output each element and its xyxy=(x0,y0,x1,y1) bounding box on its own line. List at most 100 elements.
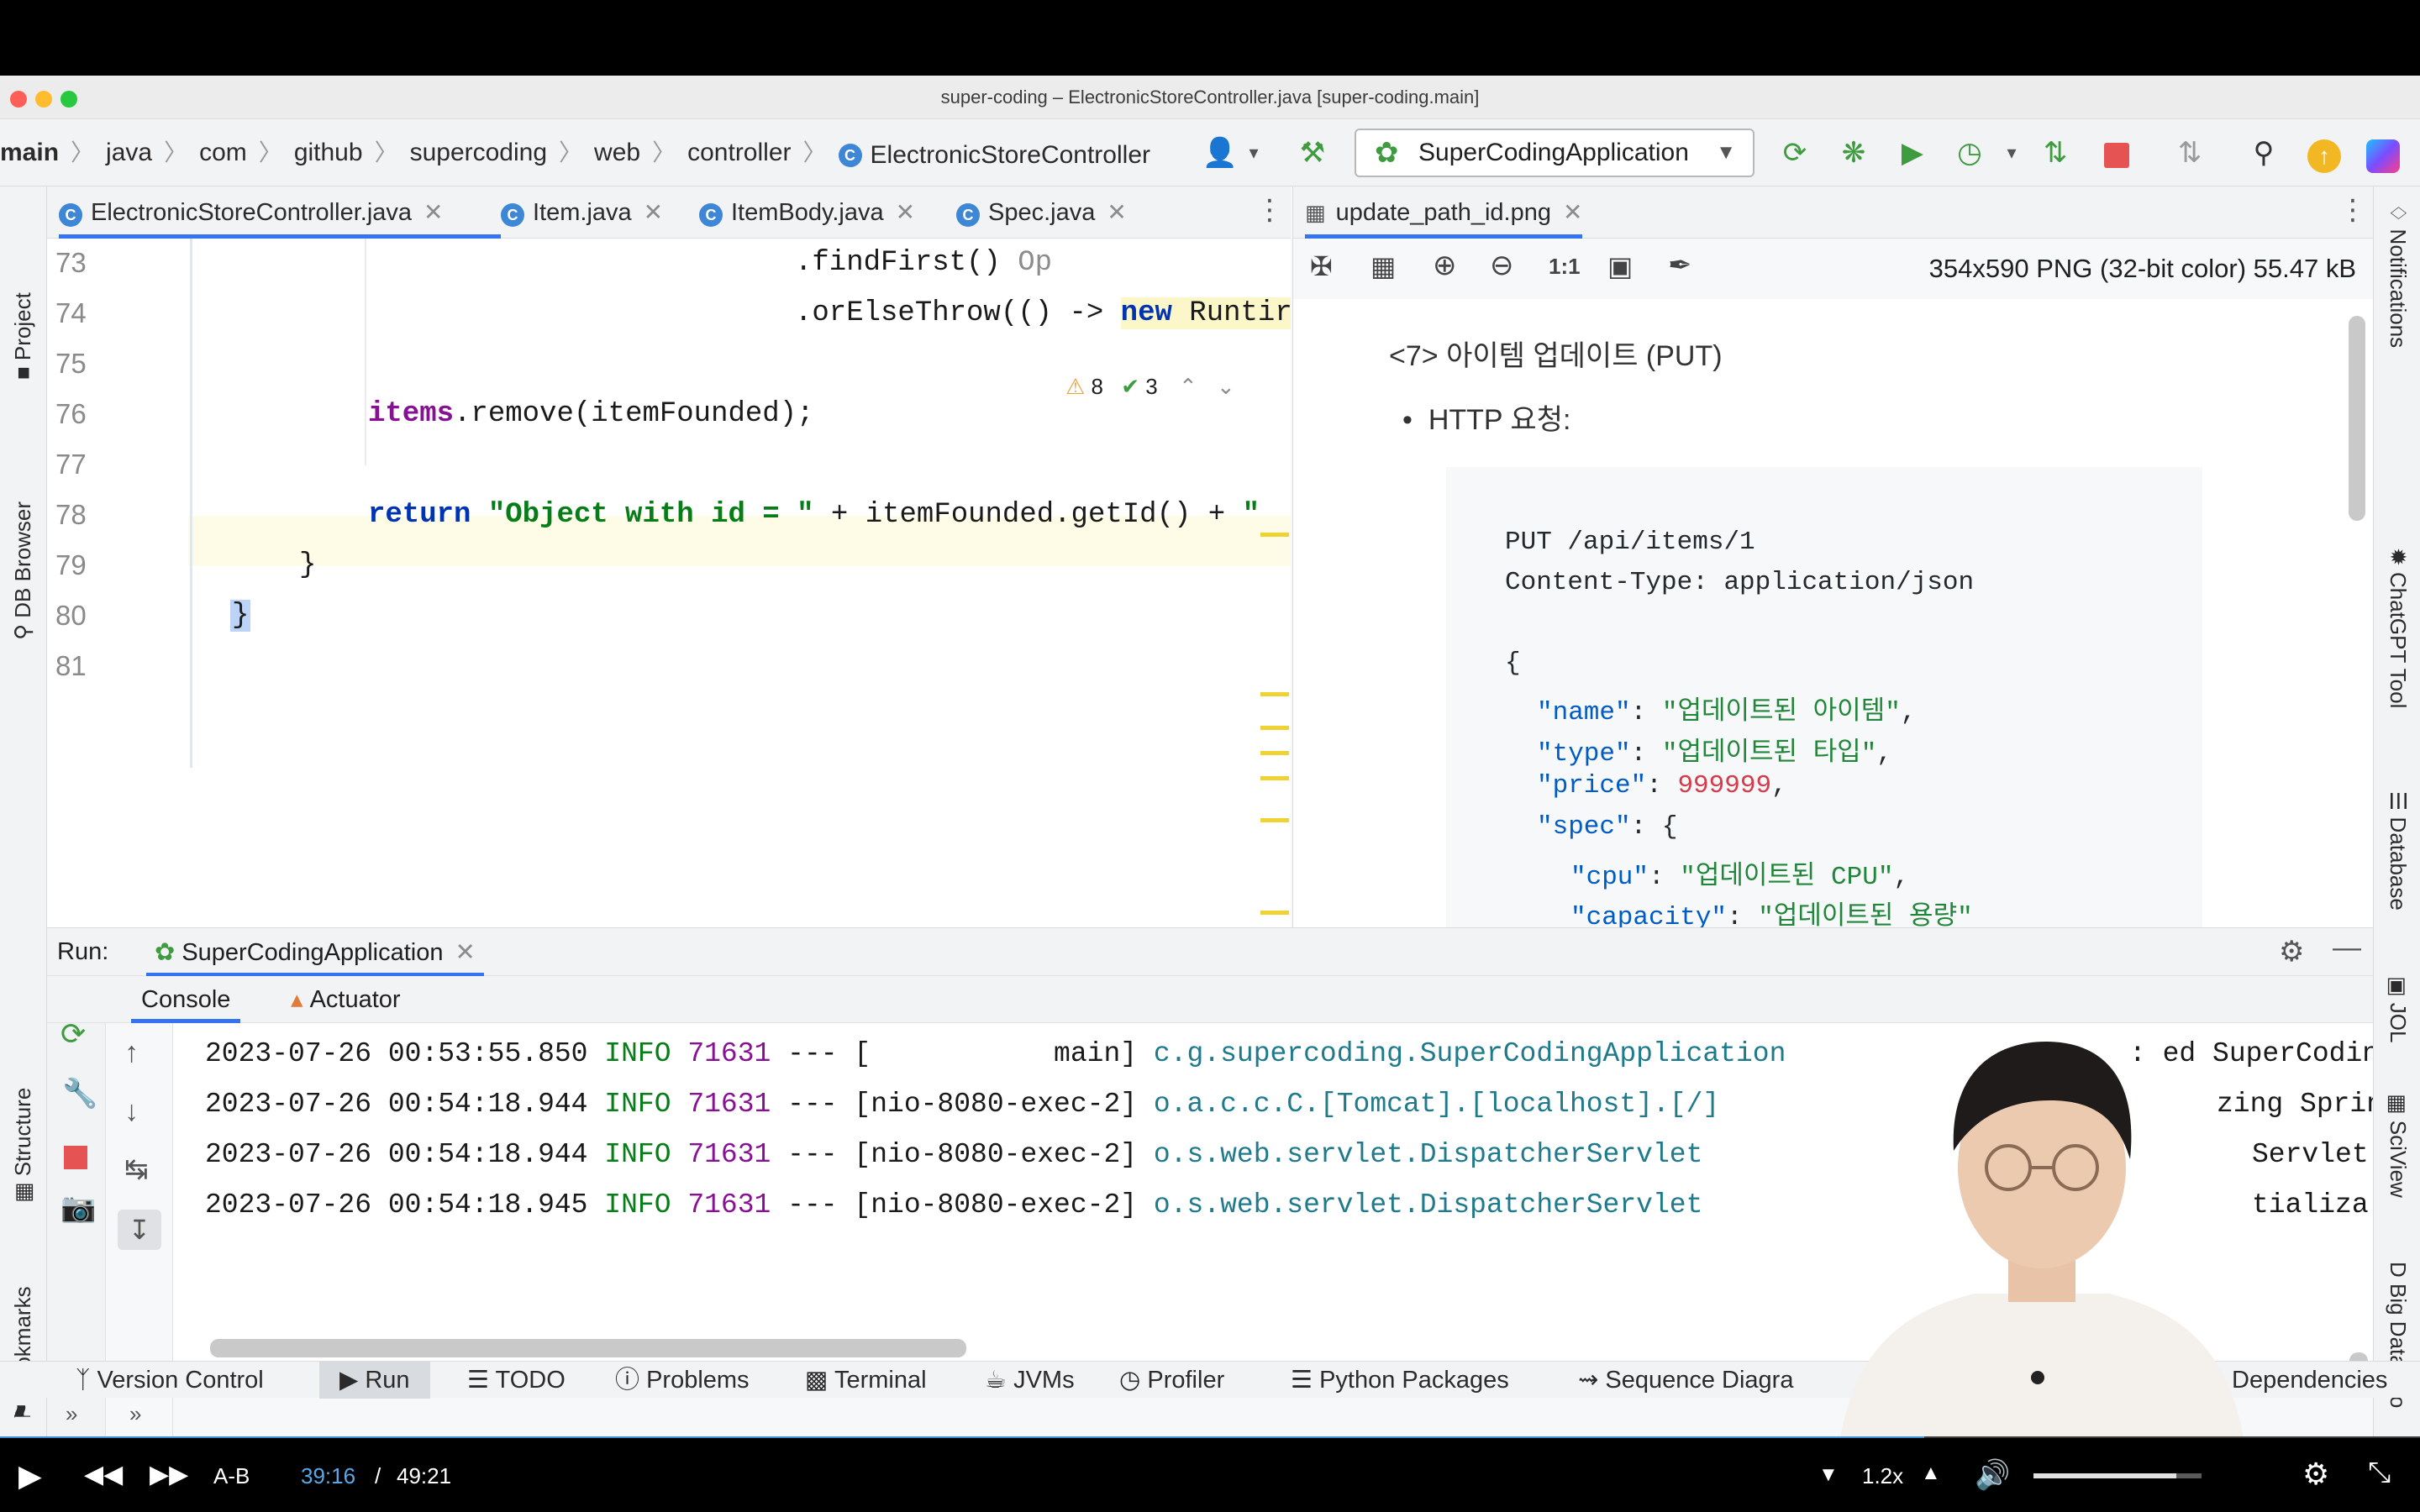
arrow-down-icon[interactable]: ↓ xyxy=(124,1095,139,1128)
tab-spec[interactable]: C Spec.java ✕ xyxy=(956,186,1127,239)
volume-icon[interactable]: 🔊 xyxy=(1975,1458,2010,1492)
speed-up-icon[interactable]: ▲ xyxy=(1921,1462,1941,1485)
database-tool-button[interactable]: ☰ Database xyxy=(2385,791,2411,911)
terminal-tool[interactable]: ▩ Terminal xyxy=(805,1362,927,1399)
warning-marker[interactable] xyxy=(1260,911,1289,915)
bookmarks-tool-button[interactable]: ⚑ Bookmarks xyxy=(10,1286,36,1421)
fit-to-window-icon[interactable]: ✠ xyxy=(1310,250,1333,282)
gear-icon[interactable]: ⚙ xyxy=(2302,1457,2329,1492)
warning-marker[interactable] xyxy=(1260,818,1289,822)
db-browser-tool-button[interactable]: ⚲ DB Browser xyxy=(10,501,36,640)
breadcrumb-item[interactable]: main xyxy=(0,119,59,186)
structure-tool-button[interactable]: ▦ Structure xyxy=(10,1088,36,1203)
arrow-up-icon[interactable]: ↑ xyxy=(124,1037,139,1069)
sequence-diagram-tool[interactable]: ⇝ Sequence Diagra xyxy=(1578,1362,1793,1399)
more-tabs-icon[interactable]: ⋮ xyxy=(1255,193,1284,227)
chatgpt-tool-button[interactable]: ✹ ChatGPT Tool xyxy=(2385,548,2411,708)
breadcrumb-item[interactable]: java xyxy=(106,119,152,186)
close-icon[interactable]: ✕ xyxy=(455,939,475,966)
breadcrumb-item[interactable]: web xyxy=(594,119,640,186)
code-editor[interactable]: 73 74 75 76 77 78 79 80 81 .findFirst() … xyxy=(47,239,1291,927)
fit-zoom-icon[interactable]: ▣ xyxy=(1607,250,1633,282)
horizontal-scrollbar[interactable] xyxy=(210,1339,966,1357)
tab-itembody[interactable]: C ItemBody.java ✕ xyxy=(699,186,915,239)
python-packages-tool[interactable]: ☰ Python Packages xyxy=(1291,1362,1509,1399)
breadcrumb-item[interactable]: supercoding xyxy=(410,119,547,186)
grid-icon[interactable]: ▦ xyxy=(1370,250,1396,282)
tab-electronicstorecontroller[interactable]: C ElectronicStoreController.java ✕ xyxy=(59,186,501,239)
play-icon[interactable]: ▶ xyxy=(18,1458,42,1494)
stop-icon[interactable] xyxy=(64,1146,87,1169)
actuator-tab[interactable]: ▴ Actuator xyxy=(291,976,401,1023)
vertical-scrollbar[interactable] xyxy=(2349,316,2365,521)
image-canvas[interactable]: <7> 아이템 업데이트 (PUT) • HTTP 요청: PUT /api/i… xyxy=(1292,299,2373,927)
chevron-down-icon[interactable]: ▾ xyxy=(1235,134,1272,171)
actual-size-button[interactable]: 1:1 xyxy=(1549,254,1581,280)
tab-update-path-id-png[interactable]: ▦ update_path_id.png ✕ xyxy=(1305,186,1583,239)
fullscreen-icon[interactable]: ⤡ xyxy=(2368,1457,2391,1489)
run-tool[interactable]: ▶ Run xyxy=(319,1362,430,1399)
notifications-tool-button[interactable]: ♢ Notifications xyxy=(2385,203,2411,348)
profile-icon[interactable]: ◷ xyxy=(1951,134,1988,171)
close-icon[interactable]: ✕ xyxy=(896,199,915,225)
rewind-icon[interactable]: ◀◀ xyxy=(84,1460,123,1489)
problems-tool[interactable]: ⓘ Problems xyxy=(615,1362,750,1399)
warning-marker[interactable] xyxy=(1260,692,1289,696)
debug-bug-icon[interactable]: ❋ xyxy=(1835,134,1872,171)
close-icon[interactable]: ✕ xyxy=(1563,199,1582,225)
wrench-icon[interactable]: 🔧 xyxy=(62,1077,97,1110)
soft-wrap-icon[interactable]: ↹ xyxy=(124,1152,149,1186)
scroll-to-end-icon[interactable]: ↧ xyxy=(118,1210,161,1250)
camera-icon[interactable]: 📷 xyxy=(60,1191,96,1225)
warning-marker[interactable] xyxy=(1260,776,1289,780)
update-arrow-icon[interactable]: ↑ xyxy=(2307,139,2341,173)
ab-repeat-button[interactable]: A-B xyxy=(213,1463,250,1489)
vcs-update-icon[interactable]: ⇅ xyxy=(2171,134,2208,171)
chevron-down-icon[interactable]: ▾ xyxy=(1993,134,2030,171)
warning-marker[interactable] xyxy=(1260,751,1289,755)
more-icon[interactable]: » xyxy=(66,1401,77,1427)
inspection-widget[interactable]: ⚠ 8 ✔ 3 ⌃ ⌄ xyxy=(1065,366,1291,407)
build-hammer-icon[interactable]: ⚒ xyxy=(1294,134,1331,171)
warning-marker[interactable] xyxy=(1260,533,1289,537)
project-tool-button[interactable]: ■ Project xyxy=(10,292,36,380)
attach-debugger-icon[interactable]: ⇅ xyxy=(2037,134,2074,171)
speed-down-icon[interactable]: ▼ xyxy=(1818,1463,1839,1487)
zoom-in-icon[interactable]: ⊕ xyxy=(1433,249,1457,282)
close-icon[interactable]: ✕ xyxy=(424,199,443,225)
more-tabs-icon[interactable]: ⋮ xyxy=(2338,193,2367,227)
chevron-down-icon[interactable]: ⌄ xyxy=(1217,374,1235,399)
run-configuration-select[interactable]: ✿ SuperCodingApplication ▼ xyxy=(1355,129,1754,177)
jetbrains-toolbox-icon[interactable] xyxy=(2366,139,2400,173)
warning-marker[interactable] xyxy=(1260,726,1289,730)
more-icon[interactable]: » xyxy=(129,1401,141,1427)
hide-panel-icon[interactable]: — xyxy=(2333,932,2361,964)
breadcrumb-item[interactable]: com xyxy=(199,119,247,186)
rerun-icon[interactable]: ⟳ xyxy=(60,1016,86,1052)
breadcrumb-item[interactable]: controller xyxy=(687,119,791,186)
color-picker-icon[interactable]: ✒ xyxy=(1668,249,1692,282)
jvms-tool[interactable]: ☕ JVMs xyxy=(985,1362,1075,1399)
search-icon[interactable]: ⚲ xyxy=(2245,134,2282,171)
run-config-tab[interactable]: ✿ SuperCodingApplication ✕ xyxy=(146,928,484,977)
todo-tool[interactable]: ☰ TODO xyxy=(467,1362,566,1399)
fast-forward-icon[interactable]: ▶▶ xyxy=(150,1460,188,1489)
breadcrumb-item[interactable]: github xyxy=(294,119,363,186)
profiler-tool[interactable]: ◷ Profiler xyxy=(1119,1362,1224,1399)
tab-item[interactable]: C Item.java ✕ xyxy=(501,186,663,239)
stop-icon[interactable] xyxy=(2104,143,2129,168)
rerun-icon[interactable]: ⟳ xyxy=(1776,134,1813,171)
chevron-up-icon[interactable]: ⌃ xyxy=(1179,374,1197,399)
run-with-coverage-icon[interactable]: ▶ xyxy=(1894,134,1931,171)
user-icon[interactable]: 👤 xyxy=(1202,134,1239,171)
jol-tool-button[interactable]: ▣ JOL xyxy=(2385,976,2411,1042)
zoom-out-icon[interactable]: ⊖ xyxy=(1490,249,1514,282)
close-icon[interactable]: ✕ xyxy=(644,199,663,225)
version-control-tool[interactable]: ᛉ Version Control xyxy=(76,1362,264,1399)
console-tab[interactable]: Console xyxy=(131,976,241,1023)
volume-slider[interactable] xyxy=(2033,1473,2202,1478)
breadcrumb-item[interactable]: C ElectronicStoreController xyxy=(838,122,1150,189)
gear-icon[interactable]: ⚙ xyxy=(2279,935,2304,969)
sciview-tool-button[interactable]: ▦ SciView xyxy=(2385,1094,2411,1198)
close-icon[interactable]: ✕ xyxy=(1107,199,1126,225)
